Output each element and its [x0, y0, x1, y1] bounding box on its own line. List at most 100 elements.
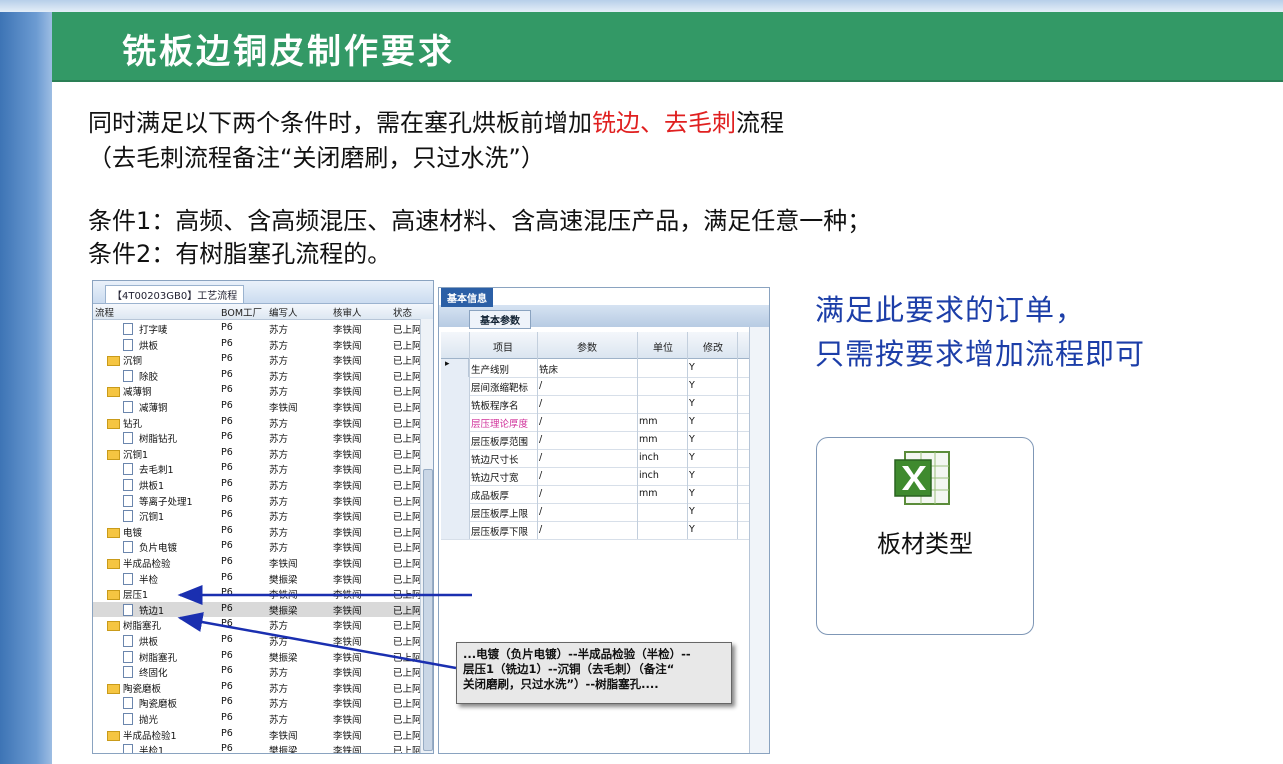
- row-header[interactable]: [441, 503, 470, 521]
- param-unit[interactable]: mm: [639, 434, 658, 445]
- row-header[interactable]: [441, 485, 470, 503]
- process-tree-panel: 【4T00203GB0】工艺流程 流程 BOM工厂 编写人 核审人 状态 打字唛…: [92, 280, 434, 754]
- tree-row[interactable]: 树脂钻孔 P6 苏方 李铁闯 已上阿: [93, 430, 433, 446]
- tree-row[interactable]: 钻孔 P6 苏方 李铁闯 已上阿: [93, 415, 433, 431]
- tree-row[interactable]: 层压1 P6 李铁闯 李铁闯 已上阿: [93, 586, 433, 602]
- tree-row[interactable]: 烘板 P6 苏方 李铁闯 已上阿: [93, 633, 433, 649]
- tree-row[interactable]: 沉铜1 P6 苏方 李铁闯 已上阿: [93, 446, 433, 462]
- param-edit[interactable]: Y: [689, 452, 695, 463]
- tree-item-name: 树脂塞孔: [139, 652, 178, 664]
- tree-bom: P6: [221, 368, 233, 380]
- tree-row[interactable]: 等离子处理1 P6 苏方 李铁闯 已上阿: [93, 493, 433, 509]
- row-header[interactable]: [441, 521, 470, 539]
- tree-row[interactable]: 陶瓷磨板 P6 苏方 李铁闯 已上阿: [93, 695, 433, 711]
- param-unit[interactable]: mm: [639, 416, 658, 427]
- tree-bom: P6: [221, 337, 233, 349]
- row-header[interactable]: [441, 449, 470, 467]
- row-header[interactable]: [441, 467, 470, 485]
- tree-row[interactable]: 半成品检验 P6 李铁闯 李铁闯 已上阿: [93, 555, 433, 571]
- col-header-bom[interactable]: BOM工厂: [221, 305, 262, 319]
- tree-status: 已上阿: [393, 325, 422, 336]
- tree-row[interactable]: 抛光 P6 苏方 李铁闯 已上阿: [93, 711, 433, 727]
- tree-row[interactable]: 负片电镀 P6 苏方 李铁闯 已上阿: [93, 539, 433, 555]
- row-header[interactable]: [441, 395, 470, 413]
- col-header-status[interactable]: 状态: [393, 305, 412, 319]
- param-value[interactable]: /: [539, 398, 542, 409]
- col-header-process[interactable]: 流程: [95, 305, 114, 319]
- param-row[interactable]: 层压板厚下限 / Y: [441, 521, 749, 540]
- param-row[interactable]: 层压板厚上限 / Y: [441, 503, 749, 522]
- tab-basic-params[interactable]: 基本参数: [469, 310, 531, 329]
- tree-row[interactable]: 减薄铜 P6 苏方 李铁闯 已上阿: [93, 383, 433, 399]
- param-unit[interactable]: inch: [639, 452, 659, 463]
- param-edit[interactable]: Y: [689, 362, 695, 373]
- param-unit[interactable]: inch: [639, 470, 659, 481]
- param-row[interactable]: 层间涨缩靶标 / Y: [441, 377, 749, 396]
- tab-process-flow[interactable]: 【4T00203GB0】工艺流程: [105, 285, 245, 304]
- param-unit[interactable]: mm: [639, 488, 658, 499]
- param-value[interactable]: /: [539, 488, 542, 499]
- tree-row[interactable]: 去毛刺1 P6 苏方 李铁闯 已上阿: [93, 461, 433, 477]
- document-icon: [123, 510, 133, 523]
- tree-bom: P6: [221, 446, 233, 458]
- col-header-unit[interactable]: 单位: [653, 339, 673, 354]
- param-edit[interactable]: Y: [689, 434, 695, 445]
- tree-row[interactable]: 陶瓷磨板 P6 苏方 李铁闯 已上阿: [93, 680, 433, 696]
- tree-item-name: 半检1: [139, 746, 165, 754]
- tree-row[interactable]: 半检1 P6 樊振梁 李铁闯 已上阿: [93, 742, 433, 754]
- tree-row[interactable]: 铣边1 P6 樊振梁 李铁闯 已上阿: [93, 601, 433, 618]
- tree-row[interactable]: 烘板1 P6 苏方 李铁闯 已上阿: [93, 477, 433, 493]
- document-icon: [123, 697, 133, 710]
- row-header[interactable]: [441, 377, 470, 395]
- param-value[interactable]: /: [539, 416, 542, 427]
- col-header-item[interactable]: 项目: [493, 339, 513, 354]
- param-edit[interactable]: Y: [689, 380, 695, 391]
- tree-scrollbar[interactable]: [420, 319, 433, 753]
- param-row[interactable]: 成品板厚 / mm Y: [441, 485, 749, 504]
- tree-row[interactable]: 减薄铜 P6 李铁闯 李铁闯 已上阿: [93, 399, 433, 415]
- tree-row[interactable]: 烘板 P6 苏方 李铁闯 已上阿: [93, 337, 433, 353]
- param-edit[interactable]: Y: [689, 488, 695, 499]
- param-value[interactable]: /: [539, 452, 542, 463]
- param-value[interactable]: /: [539, 380, 542, 391]
- tree-row[interactable]: 终固化 P6 苏方 李铁闯 已上阿: [93, 664, 433, 680]
- tree-row[interactable]: 树脂塞孔 P6 苏方 李铁闯 已上阿: [93, 617, 433, 633]
- param-edit[interactable]: Y: [689, 524, 695, 535]
- param-edit[interactable]: Y: [689, 470, 695, 481]
- param-row[interactable]: 层压板厚范围 / mm Y: [441, 431, 749, 450]
- param-value[interactable]: /: [539, 470, 542, 481]
- scroll-thumb[interactable]: [423, 469, 433, 751]
- param-row[interactable]: 层压理论厚度 / mm Y: [441, 413, 749, 432]
- tree-row[interactable]: 电镀 P6 苏方 李铁闯 已上阿: [93, 524, 433, 540]
- param-value[interactable]: /: [539, 434, 542, 445]
- row-header[interactable]: [441, 431, 470, 449]
- tab-basic-info[interactable]: 基本信息: [441, 288, 493, 307]
- param-value[interactable]: /: [539, 524, 542, 535]
- param-row[interactable]: 铣板程序名 / Y: [441, 395, 749, 414]
- tree-row[interactable]: 树脂塞孔 P6 樊振梁 李铁闯 已上阿: [93, 649, 433, 665]
- param-value[interactable]: /: [539, 506, 542, 517]
- folder-icon: [107, 387, 120, 398]
- param-row[interactable]: 铣边尺寸宽 / inch Y: [441, 467, 749, 486]
- col-header-edit[interactable]: 修改: [703, 339, 723, 354]
- col-header-param[interactable]: 参数: [577, 339, 597, 354]
- param-value[interactable]: 铣床: [539, 362, 558, 376]
- row-header[interactable]: ▸: [441, 359, 469, 377]
- param-edit[interactable]: Y: [689, 416, 695, 427]
- tree-row[interactable]: 半成品检验1 P6 李铁闯 李铁闯 已上阿: [93, 727, 433, 743]
- param-edit[interactable]: Y: [689, 398, 695, 409]
- col-header-writer[interactable]: 编写人: [269, 305, 298, 319]
- tree-item-name: 负片电镀: [139, 543, 178, 555]
- row-header[interactable]: [441, 413, 470, 431]
- tree-row[interactable]: 除胶 P6 苏方 李铁闯 已上阿: [93, 368, 433, 384]
- tree-row[interactable]: 打字唛 P6 苏方 李铁闯 已上阿: [93, 321, 433, 337]
- col-header-reviewer[interactable]: 核审人: [333, 305, 362, 319]
- tree-status: 已上阿: [393, 730, 422, 742]
- tree-row[interactable]: 沉铜1 P6 苏方 李铁闯 已上阿: [93, 508, 433, 524]
- excel-object-card[interactable]: 板材类型: [816, 437, 1034, 635]
- tree-row[interactable]: 沉铜 P6 苏方 李铁闯 已上阿: [93, 352, 433, 368]
- param-edit[interactable]: Y: [689, 506, 695, 517]
- param-row[interactable]: ▸ 生产线别 铣床 Y: [441, 359, 749, 378]
- param-row[interactable]: 铣边尺寸长 / inch Y: [441, 449, 749, 468]
- tree-row[interactable]: 半检 P6 樊振梁 李铁闯 已上阿: [93, 571, 433, 587]
